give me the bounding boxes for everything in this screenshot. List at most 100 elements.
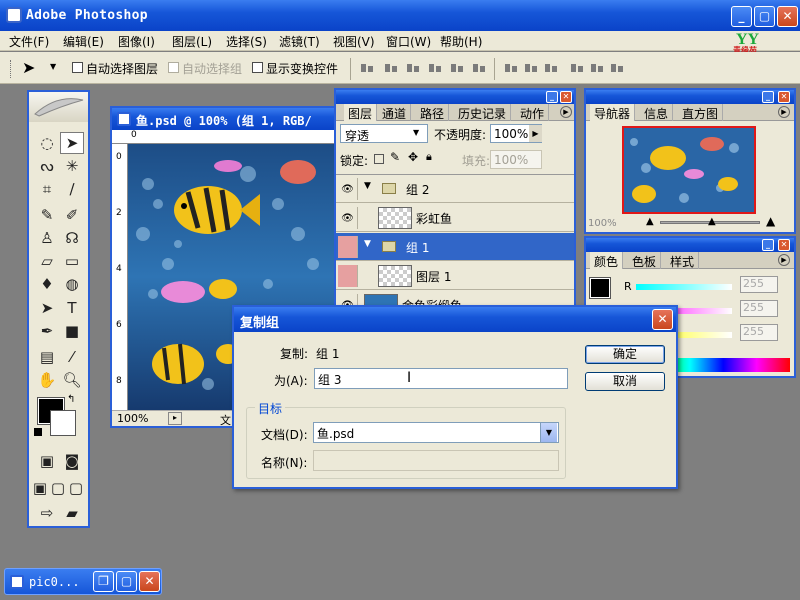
toolbox-header[interactable] [29, 92, 88, 122]
tab-histogram[interactable]: 直方图 [678, 104, 724, 121]
taskbar-maximize-button[interactable]: ▢ [116, 571, 137, 592]
palette-minimize-icon[interactable]: _ [546, 91, 558, 103]
distribute-left-icon[interactable] [570, 62, 584, 74]
eraser-tool-icon[interactable]: ▱ [35, 250, 59, 272]
r-slider[interactable] [636, 284, 732, 290]
r-value-input[interactable]: 255 [740, 276, 778, 293]
menu-select[interactable]: 选择(S) [226, 33, 267, 50]
clone-stamp-icon[interactable]: ♙ [35, 227, 59, 249]
brush-tool-icon[interactable]: ✐ [60, 204, 84, 226]
menu-file[interactable]: 文件(F) [9, 33, 49, 50]
taskbar-close-button[interactable]: ✕ [139, 571, 160, 592]
document-select[interactable]: 鱼.psd ▼ [313, 422, 559, 443]
layer-row-group1[interactable]: ▼ 组 1 [336, 233, 574, 261]
tab-navigator[interactable]: 导航器 [590, 104, 636, 121]
tab-swatches[interactable]: 色板 [628, 252, 662, 269]
b-value-input[interactable]: 255 [740, 324, 778, 341]
close-button[interactable]: ✕ [777, 6, 798, 27]
zoom-out-icon[interactable]: ▲ [646, 216, 654, 227]
eye-icon[interactable]: 👁︎ [338, 207, 358, 229]
align-hcenter-icon[interactable] [450, 62, 464, 74]
distribute-hcenter-icon[interactable] [590, 62, 604, 74]
minimize-button[interactable]: _ [731, 6, 752, 27]
palette-close-icon[interactable]: ✕ [778, 239, 790, 251]
background-color-swatch[interactable] [50, 410, 76, 436]
layer-row-layer1[interactable]: 图层 1 [336, 262, 574, 290]
lock-position-icon[interactable]: ✥ [408, 150, 418, 164]
path-select-icon[interactable]: ➤ [35, 297, 59, 319]
notes-tool-icon[interactable]: ▤ [35, 346, 59, 368]
history-brush-icon[interactable]: ☊ [60, 227, 84, 249]
tab-actions[interactable]: 动作 [516, 104, 550, 121]
screen-mode-full-icon[interactable]: ▢ [67, 477, 85, 499]
slider-thumb-icon[interactable]: ▲ [708, 216, 716, 227]
opacity-slider-arrow-icon[interactable]: ▶ [529, 125, 542, 142]
tab-info[interactable]: 信息 [640, 104, 674, 121]
color-palette-titlebar[interactable]: _ ✕ [586, 238, 794, 252]
menu-layer[interactable]: 图层(L) [172, 33, 212, 50]
hand-tool-icon[interactable]: ✋ [35, 369, 59, 391]
tab-layers[interactable]: 图层 [344, 104, 378, 121]
g-value-input[interactable]: 255 [740, 300, 778, 317]
layer-row-group2[interactable]: 👁︎ ▼ 组 2 [336, 175, 574, 203]
distribute-bottom-icon[interactable] [544, 62, 558, 74]
dialog-title-bar[interactable]: 复制组 ✕ [234, 307, 676, 332]
navigator-zoom[interactable]: 100% [588, 218, 617, 229]
align-vcenter-icon[interactable] [384, 62, 398, 74]
screen-mode-full-menu-icon[interactable]: ▢ [49, 477, 67, 499]
document-title-bar[interactable]: 鱼.psd @ 100% (组 1, RGB/ [112, 108, 338, 130]
as-input[interactable]: 组 3 I [314, 368, 568, 389]
maximize-button[interactable]: ▢ [754, 6, 775, 27]
zoom-in-icon[interactable]: ▲ [766, 214, 775, 228]
move-tool-icon[interactable]: ➤ [22, 58, 35, 77]
move-tool-icon[interactable]: ➤ [60, 132, 84, 154]
palette-minimize-icon[interactable]: _ [762, 239, 774, 251]
taskbar-restore-button[interactable]: ❐ [93, 571, 114, 592]
lock-image-icon[interactable]: ✎ [390, 150, 400, 164]
layer-row-rainbow-fish[interactable]: 👁︎ 彩虹鱼 [336, 204, 574, 232]
cancel-button[interactable]: 取消 [585, 372, 665, 391]
gradient-tool-icon[interactable]: ▭ [60, 250, 84, 272]
show-transform-checkbox[interactable] [252, 62, 263, 73]
navigator-preview[interactable] [622, 126, 756, 214]
type-tool-icon[interactable]: T [60, 297, 84, 319]
zoom-level[interactable]: 100% [117, 412, 148, 425]
tab-styles[interactable]: 样式 [666, 252, 700, 269]
palette-minimize-icon[interactable]: _ [762, 91, 774, 103]
healing-brush-icon[interactable]: ✎ [35, 204, 59, 226]
dodge-tool-icon[interactable]: ◍ [60, 273, 84, 295]
opacity-input[interactable]: 100% ▶ [490, 124, 542, 143]
palette-menu-icon[interactable]: ▶ [778, 106, 790, 118]
zoom-tool-icon[interactable]: 🔍︎ [60, 369, 84, 391]
lasso-tool-icon[interactable]: ᔓ [35, 155, 59, 177]
slice-tool-icon[interactable]: ∕ [60, 178, 84, 200]
swap-colors-icon[interactable]: ↰ [67, 394, 75, 405]
distribute-right-icon[interactable] [610, 62, 624, 74]
default-colors-icon[interactable] [34, 428, 42, 436]
quick-mask-icon[interactable]: ◙ [60, 450, 84, 472]
distribute-vcenter-icon[interactable] [524, 62, 538, 74]
ok-button[interactable]: 确定 [585, 345, 665, 364]
eyedropper-icon[interactable]: ⁄ [60, 346, 84, 368]
chevron-down-icon[interactable]: ▼ [364, 181, 371, 191]
crop-tool-icon[interactable]: ⌗ [35, 178, 59, 200]
tab-channels[interactable]: 通道 [378, 104, 412, 121]
palette-menu-icon[interactable]: ▶ [778, 254, 790, 266]
navigator-titlebar[interactable]: _ ✕ [586, 90, 794, 104]
shape-tool-icon[interactable]: ■ [60, 320, 84, 342]
jump-to-imageready-icon[interactable]: ⇨ [35, 502, 59, 524]
menu-help[interactable]: 帮助(H) [440, 33, 482, 50]
status-menu-icon[interactable]: ▸ [168, 412, 182, 425]
menu-view[interactable]: 视图(V) [333, 33, 375, 50]
lock-transparent-icon[interactable] [374, 154, 384, 164]
vertical-ruler[interactable]: 0 2 4 6 8 [112, 144, 128, 410]
align-left-icon[interactable] [428, 62, 442, 74]
distribute-top-icon[interactable] [504, 62, 518, 74]
eye-icon[interactable] [338, 236, 358, 258]
align-top-icon[interactable] [360, 62, 374, 74]
auto-select-layer-checkbox[interactable] [72, 62, 83, 73]
blur-tool-icon[interactable]: ♦ [35, 273, 59, 295]
menu-edit[interactable]: 编辑(E) [63, 33, 104, 50]
chevron-down-icon[interactable]: ▼ [364, 239, 371, 249]
taskbar-window-item[interactable]: pic0... ❐ ▢ ✕ [4, 568, 162, 595]
